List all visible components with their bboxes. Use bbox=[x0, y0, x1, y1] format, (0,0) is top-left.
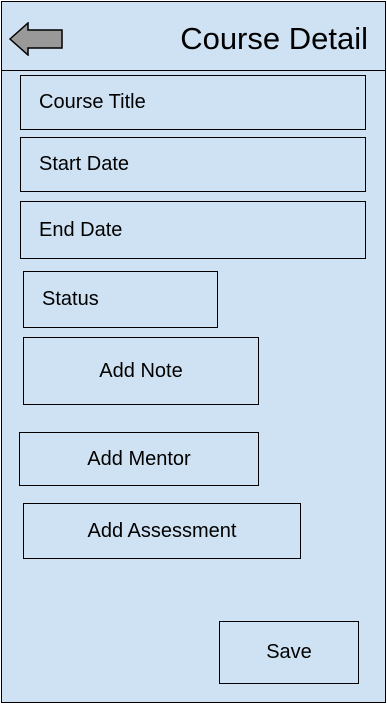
course-title-field[interactable]: Course Title bbox=[20, 75, 366, 130]
add-mentor-button[interactable]: Add Mentor bbox=[19, 432, 259, 486]
status-placeholder: Status bbox=[42, 288, 99, 310]
end-date-field[interactable]: End Date bbox=[20, 201, 366, 259]
start-date-field[interactable]: Start Date bbox=[20, 137, 366, 192]
status-field[interactable]: Status bbox=[23, 271, 218, 328]
back-button[interactable] bbox=[8, 22, 64, 56]
end-date-placeholder: End Date bbox=[39, 218, 123, 241]
course-title-placeholder: Course Title bbox=[39, 91, 146, 113]
start-date-placeholder: Start Date bbox=[39, 153, 130, 175]
add-assessment-button[interactable]: Add Assessment bbox=[23, 503, 301, 559]
save-button[interactable]: Save bbox=[219, 621, 359, 684]
left-arrow-icon bbox=[8, 22, 63, 56]
header-bar: Course Detail bbox=[2, 2, 385, 71]
page-title: Course Detail bbox=[180, 21, 368, 56]
course-detail-screen: Course Detail Course Title Start Date En… bbox=[1, 1, 386, 703]
add-note-button[interactable]: Add Note bbox=[23, 337, 259, 405]
